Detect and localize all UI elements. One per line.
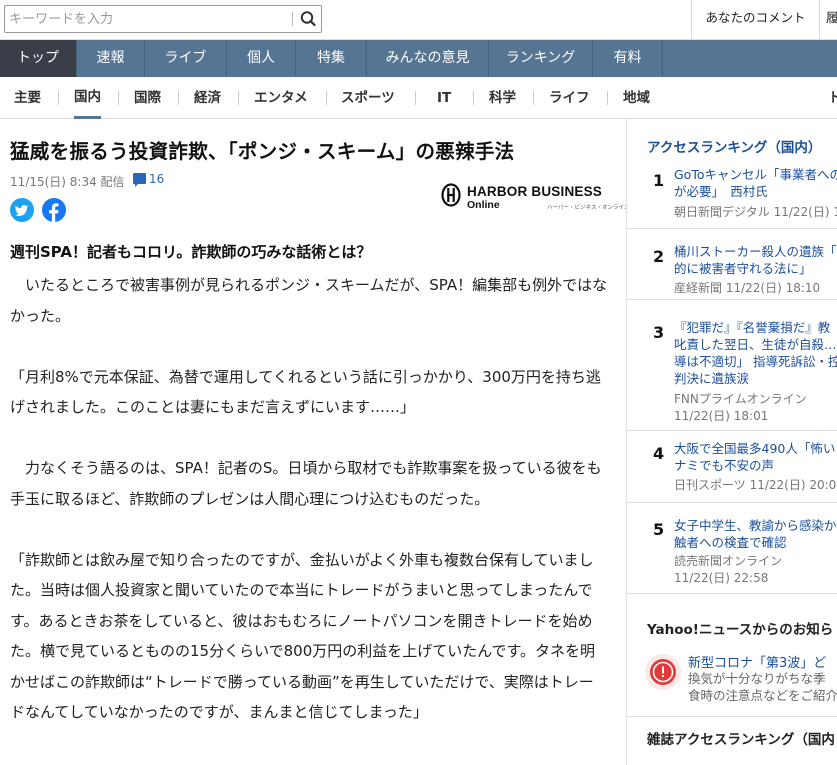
notice-description: 換気が十分なりがちな季 食時の注意点などをご紹介し <box>688 671 837 703</box>
comment-count: 16 <box>149 172 165 186</box>
main-nav-tab-live[interactable]: ライブ <box>145 40 227 77</box>
facebook-icon <box>49 203 59 222</box>
category-tab-topics[interactable]: ト <box>828 77 837 119</box>
main-nav: トップ 速報 ライブ 個人 特集 みんなの意見 ランキング 有料 <box>0 40 837 77</box>
category-nav: 主要 国内 国際 経済 エンタメ スポーツ IT 科学 ライフ 地域 ト <box>0 77 837 119</box>
twitter-share-button[interactable] <box>10 198 34 222</box>
ranking-item-2[interactable]: 2 桶川ストーカー殺人の遺族「 的に被害者守れる法に」 産経新聞 11/22(日)… <box>627 229 837 300</box>
category-divider <box>607 91 608 105</box>
category-divider <box>178 91 179 105</box>
ranking-source: 朝日新聞デジタル 11/22(日) 1 <box>674 205 837 219</box>
publisher-name: HARBOR BUSINESS <box>467 184 603 199</box>
ranking-number: 1 <box>653 171 665 190</box>
main-nav-tab-feature[interactable]: 特集 <box>296 40 367 77</box>
ranking-headline[interactable]: 『犯罪だ』『名誉棄損だ』教 叱責した翌日、生徒が自殺… 導は不適切」 指導死訴訟・控… <box>674 319 837 387</box>
category-tab-main[interactable]: 主要 <box>14 77 41 119</box>
category-tab-entertainment[interactable]: エンタメ <box>254 77 308 119</box>
ranking-source: 読売新聞オンライン <box>674 554 783 568</box>
article-paragraph: 「月利8%で元本保証、為替で運用してくれるという話に引っかかり、300万円を持ち… <box>10 367 601 417</box>
search-input[interactable] <box>5 6 289 32</box>
category-divider <box>118 91 119 105</box>
notice-headline[interactable]: 新型コロナ「第3波」ど <box>688 652 826 671</box>
ranking-headline[interactable]: 女子中学生、教諭から感染か 触者への検査で確認 <box>674 517 837 551</box>
ranking-time: 11/22(日) 22:58 <box>674 571 769 585</box>
category-tab-international[interactable]: 国際 <box>134 77 161 119</box>
publisher-logo[interactable]: HARBOR BUSINESS Online ハーバー・ビジネス・オンライン <box>441 181 629 213</box>
ranking-number: 4 <box>653 444 665 463</box>
ranking-source: 日刊スポーツ 11/22(日) 20:0 <box>674 478 837 492</box>
category-divider <box>473 91 474 105</box>
category-divider <box>415 91 416 105</box>
news-notice-title: Yahoo!ニュースからのお知ら <box>647 622 834 638</box>
facebook-share-button[interactable] <box>42 198 66 222</box>
ranking-item-3[interactable]: 3 『犯罪だ』『名誉棄損だ』教 叱責した翌日、生徒が自殺… 導は不適切」 指導死訴訟… <box>627 300 837 431</box>
ranking-item-4[interactable]: 4 大阪で全国最多490人「怖い ナミでも不安の声 日刊スポーツ 11/22(日)… <box>627 431 837 503</box>
article-paragraph: いたるところで被害事例が見られるポンジ・スキームだが、SPA！編集部も例外ではな… <box>10 276 608 325</box>
sidebar: アクセスランキング（国内） 1 GoToキャンセル「事業者への が必要」 西村氏 … <box>626 119 837 765</box>
category-tab-science[interactable]: 科学 <box>489 77 516 119</box>
ranking-number: 3 <box>653 323 665 342</box>
publisher-name-sub: Online <box>467 199 500 211</box>
main-nav-tab-ranking[interactable]: ランキング <box>489 40 593 77</box>
ranking-source: 産経新聞 11/22(日) 18:10 <box>674 281 821 295</box>
my-comments-link[interactable]: あなたのコメント <box>691 0 819 39</box>
category-tab-it[interactable]: IT <box>437 77 451 119</box>
ranking-number: 5 <box>653 520 665 539</box>
article-body: いたるところで被害事例が見られるポンジ・スキームだが、SPA！編集部も例外ではな… <box>10 270 608 728</box>
search-button[interactable] <box>294 6 322 32</box>
category-divider <box>326 91 327 105</box>
article-paragraph: 力なくそう語るのは、SPA！記者のS。日頃から取材でも詐欺事案を扱っている彼をも… <box>10 459 602 508</box>
twitter-icon <box>15 205 28 216</box>
article-subheading: 週刊SPA！記者もコロリ。詐欺師の巧みな話術とは？ <box>10 243 372 261</box>
category-divider <box>238 91 239 105</box>
main-nav-tab-top[interactable]: トップ <box>0 40 77 77</box>
access-ranking-title[interactable]: アクセスランキング（国内） <box>647 136 821 156</box>
main-nav-tab-opinions[interactable]: みんなの意見 <box>367 40 489 77</box>
ranking-item-5[interactable]: 5 女子中学生、教諭から感染か 触者への検査で確認 読売新聞オンライン 11/22… <box>627 503 837 594</box>
article-paragraph: 「詐欺師とは飲み屋で知り合ったのですが、金払いがよく外車も複数台保有していました… <box>10 550 596 722</box>
article-date: 11/15(日) 8:34 配信 <box>10 175 125 189</box>
top-bar: あなたのコメント 履 <box>0 0 837 40</box>
ranking-source: FNNプライムオンライン <box>674 392 807 406</box>
comment-count-link[interactable]: 16 <box>133 172 165 187</box>
magazine-ranking-title[interactable]: 雑誌アクセスランキング（国内 <box>647 728 835 748</box>
ranking-time: 11/22(日) 18:01 <box>674 409 769 423</box>
search-box <box>4 5 322 33</box>
harbor-business-logo-icon <box>441 183 461 207</box>
ranking-number: 2 <box>653 247 665 266</box>
ranking-headline[interactable]: GoToキャンセル「事業者への が必要」 西村氏 <box>674 166 837 200</box>
search-divider <box>292 12 293 26</box>
header-links: あなたのコメント 履 <box>691 0 837 39</box>
ranking-headline[interactable]: 桶川ストーカー殺人の遺族「 的に被害者守れる法に」 <box>674 243 837 277</box>
main-nav-tab-paid[interactable]: 有料 <box>593 40 663 77</box>
article: 猛威を振るう投資詐欺、「ポンジ・スキーム」の悪辣手法 11/15(日) 8:34… <box>0 119 629 765</box>
article-title: 猛威を振るう投資詐欺、「ポンジ・スキーム」の悪辣手法 <box>10 140 515 163</box>
category-tab-sports[interactable]: スポーツ <box>341 77 395 119</box>
search-icon <box>300 11 316 27</box>
notice-item[interactable]: 新型コロナ「第3波」ど 換気が十分なりがちな季 食時の注意点などをご紹介し <box>627 643 837 717</box>
ranking-headline[interactable]: 大阪で全国最多490人「怖い ナミでも不安の声 <box>674 440 837 474</box>
category-divider <box>58 91 59 105</box>
category-tab-life[interactable]: ライフ <box>549 77 590 119</box>
category-tab-domestic[interactable]: 国内 <box>74 77 101 119</box>
publisher-name-kana: ハーバー・ビジネス・オンライン <box>547 205 630 211</box>
category-divider <box>533 91 534 105</box>
main-nav-tab-breaking[interactable]: 速報 <box>77 40 145 77</box>
comment-icon <box>133 173 146 187</box>
main-nav-tab-individual[interactable]: 個人 <box>227 40 296 77</box>
category-tab-local[interactable]: 地域 <box>623 77 650 119</box>
alert-icon <box>645 654 681 690</box>
history-link[interactable]: 履 <box>819 0 837 39</box>
ranking-item-1[interactable]: 1 GoToキャンセル「事業者への が必要」 西村氏 朝日新聞デジタル 11/22… <box>627 163 837 229</box>
category-tab-economy[interactable]: 経済 <box>194 77 221 119</box>
